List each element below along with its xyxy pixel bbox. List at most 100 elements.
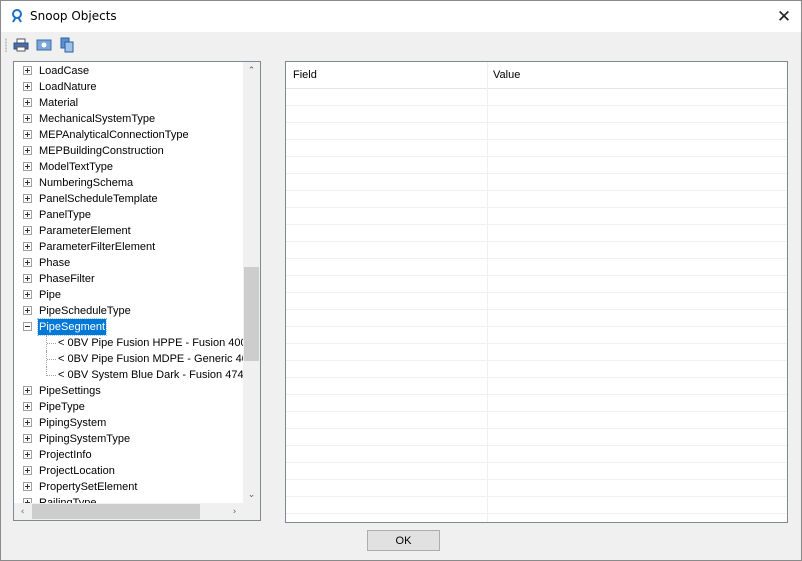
grid-rows[interactable]	[286, 89, 787, 522]
expand-icon[interactable]	[23, 274, 32, 283]
expand-icon[interactable]	[23, 146, 32, 155]
ok-button[interactable]: OK	[367, 530, 440, 551]
expand-icon[interactable]	[23, 162, 32, 171]
expand-icon[interactable]	[23, 66, 32, 75]
tree-item[interactable]: MechanicalSystemType	[14, 111, 243, 127]
tree-child-item[interactable]: < 0BV Pipe Fusion HPPE - Fusion 400	[14, 335, 243, 351]
copy-icon[interactable]	[59, 37, 75, 53]
tree-item-label: LoadCase	[39, 65, 90, 77]
tree-item-label: PropertySetElement	[39, 481, 138, 493]
tree-item[interactable]: PanelType	[14, 207, 243, 223]
tree-item-label: PipeSegment	[36, 318, 108, 336]
object-tree[interactable]: LoadCase LoadNature Material MechanicalSyst…	[13, 61, 261, 521]
expand-icon[interactable]	[23, 306, 32, 315]
tree-item-label: Phase	[39, 257, 71, 269]
tree-item[interactable]: PhaseFilter	[14, 271, 243, 287]
tree-vertical-scrollbar[interactable]: ⌃ ⌄	[243, 62, 260, 503]
vertical-scroll-thumb[interactable]	[244, 267, 259, 361]
tree-item[interactable]: ParameterFilterElement	[14, 239, 243, 255]
column-header-field[interactable]: Field	[286, 62, 488, 88]
tree-item-label: MEPBuildingConstruction	[39, 145, 164, 157]
tree-item[interactable]: PipingSystem	[14, 415, 243, 431]
tree-item-label: PipeType	[39, 401, 85, 413]
expand-icon[interactable]	[23, 418, 32, 427]
tree-item[interactable]: PanelScheduleTemplate	[14, 191, 243, 207]
tree-item[interactable]: Phase	[14, 255, 243, 271]
tree-item-label: ProjectInfo	[39, 449, 92, 461]
tree-item[interactable]: ProjectInfo	[14, 447, 243, 463]
tree-item[interactable]: ProjectLocation	[14, 463, 243, 479]
property-grid[interactable]: Field Value	[285, 61, 788, 523]
tree-connector	[47, 375, 56, 376]
tree-item-label: Pipe	[39, 289, 62, 301]
column-divider	[487, 62, 488, 522]
scroll-left-button[interactable]: ‹	[14, 503, 31, 520]
tree-item-label: Material	[39, 97, 79, 109]
tree-item[interactable]: RailingType	[14, 495, 243, 503]
tree-item[interactable]: PipeScheduleType	[14, 303, 243, 319]
horizontal-scroll-thumb[interactable]	[32, 504, 200, 519]
expand-icon[interactable]	[23, 434, 32, 443]
expand-icon[interactable]	[23, 210, 32, 219]
expand-icon[interactable]	[23, 178, 32, 187]
print-preview-icon[interactable]	[36, 37, 52, 53]
tree-child-item[interactable]: < 0BV Pipe Fusion MDPE - Generic 40	[14, 351, 243, 367]
tree-child-label: < 0BV Pipe Fusion HPPE - Fusion 400	[58, 337, 243, 349]
scroll-down-button[interactable]: ⌄	[243, 486, 260, 503]
tree-item-label: PanelType	[39, 209, 91, 221]
expand-icon[interactable]	[23, 258, 32, 267]
tree-item-label: ParameterElement	[39, 225, 131, 237]
expand-icon[interactable]	[23, 290, 32, 299]
tree-item[interactable]: PipeSegment	[14, 318, 243, 336]
tree-item[interactable]: Pipe	[14, 287, 243, 303]
column-header-value[interactable]: Value	[488, 62, 783, 88]
expand-icon[interactable]	[23, 226, 32, 235]
expand-icon[interactable]	[23, 82, 32, 91]
tree-item-label: ModelTextType	[39, 161, 113, 173]
toolbar	[1, 32, 801, 58]
tree-item[interactable]: LoadCase	[14, 63, 243, 79]
tree-item-label: ParameterFilterElement	[39, 241, 156, 253]
chevron-up-icon: ⌃	[247, 65, 256, 76]
scrollbar-corner	[243, 503, 260, 520]
tree-child-label: < 0BV Pipe Fusion MDPE - Generic 40	[58, 353, 243, 365]
close-icon: ✕	[776, 6, 792, 27]
print-icon[interactable]	[13, 37, 29, 53]
expand-icon[interactable]	[23, 194, 32, 203]
tree-item[interactable]: PipingSystemType	[14, 431, 243, 447]
toolbar-grip[interactable]	[5, 38, 7, 52]
tree-item-label: PipeSettings	[39, 385, 101, 397]
tree-item[interactable]: PipeType	[14, 399, 243, 415]
expand-icon[interactable]	[23, 114, 32, 123]
expand-icon[interactable]	[23, 466, 32, 475]
tree-item[interactable]: LoadNature	[14, 79, 243, 95]
tree-item[interactable]: NumberingSchema	[14, 175, 243, 191]
tree-connector	[47, 359, 56, 360]
expand-icon[interactable]	[23, 242, 32, 251]
tree-item[interactable]: ParameterElement	[14, 223, 243, 239]
tree-item-label: PipingSystem	[39, 417, 107, 429]
tree-item-label: MEPAnalyticalConnectionType	[39, 129, 189, 141]
scroll-up-button[interactable]: ⌃	[243, 62, 260, 79]
expand-icon[interactable]	[23, 450, 32, 459]
tree-item[interactable]: PipeSettings	[14, 383, 243, 399]
expand-icon[interactable]	[23, 386, 32, 395]
snoop-app-icon	[12, 9, 22, 23]
tree-child-item[interactable]: < 0BV System Blue Dark - Fusion 4746	[14, 367, 243, 383]
collapse-icon[interactable]	[23, 322, 32, 331]
tree-item[interactable]: PropertySetElement	[14, 479, 243, 495]
scroll-right-button[interactable]: ›	[226, 503, 243, 520]
tree-item-label: ProjectLocation	[39, 465, 115, 477]
tree-item[interactable]: MEPBuildingConstruction	[14, 143, 243, 159]
expand-icon[interactable]	[23, 482, 32, 491]
close-button[interactable]: ✕	[767, 1, 801, 32]
chevron-down-icon: ⌄	[247, 489, 256, 500]
tree-horizontal-scrollbar[interactable]: ‹ ›	[14, 503, 243, 520]
expand-icon[interactable]	[23, 130, 32, 139]
expand-icon[interactable]	[23, 98, 32, 107]
expand-icon[interactable]	[23, 402, 32, 411]
tree-item[interactable]: ModelTextType	[14, 159, 243, 175]
tree-item[interactable]: MEPAnalyticalConnectionType	[14, 127, 243, 143]
tree-item[interactable]: Material	[14, 95, 243, 111]
chevron-left-icon: ‹	[20, 506, 25, 517]
